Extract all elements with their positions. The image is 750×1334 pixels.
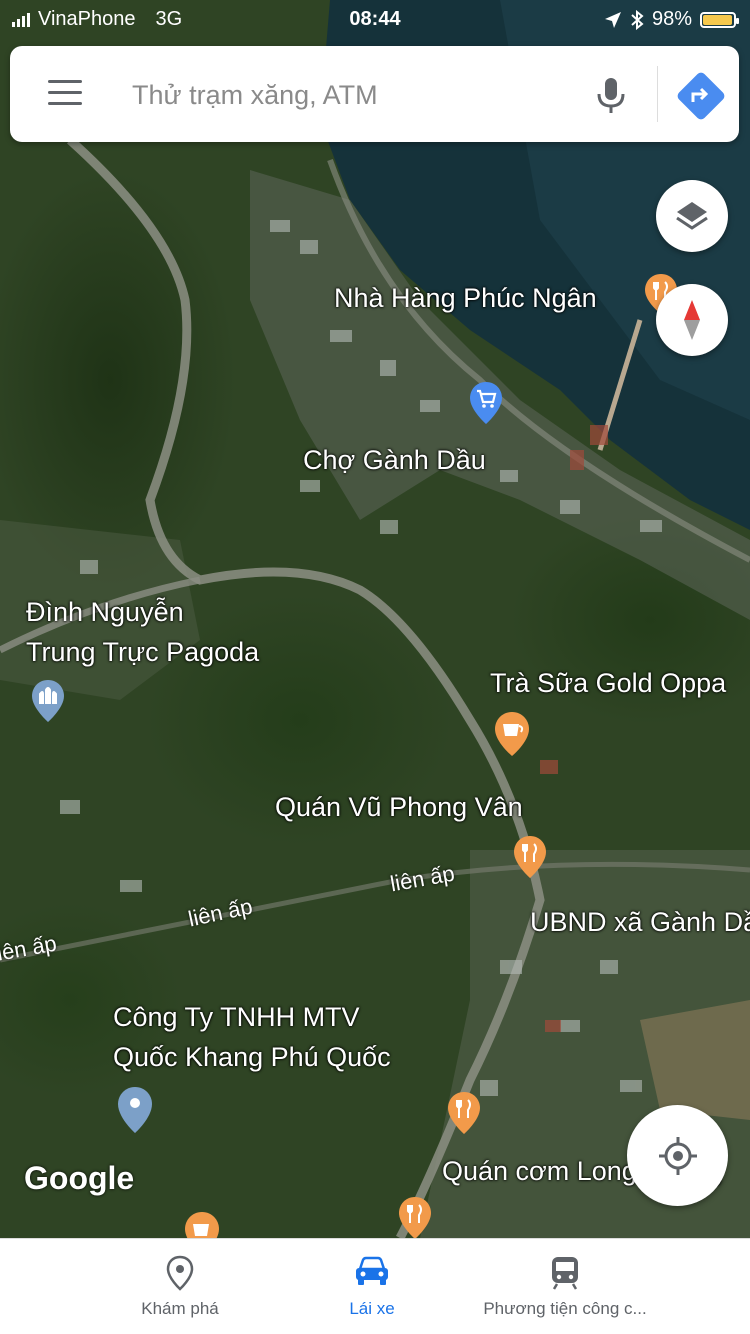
place-label[interactable]: UBND xã Gành Dầu [530, 907, 750, 938]
search-input[interactable] [130, 72, 574, 118]
tab-label: Khám phá [141, 1299, 219, 1318]
battery-percent: 98% [651, 8, 692, 30]
bottom-navigation: Khám phá Lái xe Phương tiện công c... [0, 1238, 750, 1334]
place-label[interactable]: Quán Vũ Phong Vân [275, 792, 523, 823]
place-label[interactable]: Chợ Gành Dầu [303, 445, 486, 476]
layers-icon [676, 202, 708, 230]
compass-button[interactable] [656, 284, 728, 356]
place-label[interactable]: Đình Nguyễn [26, 597, 184, 628]
battery-icon [700, 11, 739, 28]
temple-icon[interactable] [30, 678, 66, 724]
place-label[interactable]: Quốc Khang Phú Quốc [113, 1042, 391, 1073]
transit-icon [552, 1257, 578, 1290]
tab-transit[interactable]: Phương tiện công c... [460, 1239, 670, 1334]
compass-icon [684, 300, 700, 340]
location-pin-icon[interactable] [116, 1085, 154, 1135]
place-label[interactable]: Công Ty TNHH MTV [113, 1002, 360, 1033]
restaurant-icon[interactable] [397, 1195, 433, 1238]
bluetooth-icon [631, 9, 644, 30]
microphone-icon[interactable] [588, 72, 634, 118]
my-location-button[interactable] [627, 1105, 728, 1206]
map-view[interactable]: Nhà Hàng Phúc Ngân Chợ Gành Dầu Đình Ngu… [0, 0, 750, 1238]
cafe-icon[interactable] [183, 1210, 221, 1238]
tab-label: Phương tiện công c... [483, 1299, 647, 1318]
tab-driving[interactable]: Lái xe [292, 1239, 452, 1334]
directions-icon[interactable] [675, 70, 727, 122]
layers-button[interactable] [656, 180, 728, 252]
explore-pin-icon [166, 1255, 194, 1291]
place-label[interactable]: Nhà Hàng Phúc Ngân [334, 283, 597, 314]
shopping-cart-icon[interactable] [468, 380, 504, 426]
search-bar [10, 46, 739, 142]
google-logo: Google [24, 1160, 135, 1196]
car-icon [356, 1256, 388, 1285]
restaurant-icon[interactable] [512, 834, 548, 880]
location-arrow-icon [604, 11, 621, 28]
restaurant-icon[interactable] [446, 1090, 482, 1136]
divider [657, 66, 658, 122]
tab-explore[interactable]: Khám phá [100, 1239, 260, 1334]
cafe-icon[interactable] [493, 710, 531, 758]
status-bar: VinaPhone 3G 08:44 98% [0, 0, 750, 40]
tab-label: Lái xe [349, 1299, 395, 1318]
crosshair-icon [658, 1136, 697, 1175]
menu-icon[interactable] [48, 80, 82, 108]
place-label[interactable]: Trà Sữa Gold Oppa [490, 668, 726, 699]
place-label[interactable]: Trung Trực Pagoda [26, 637, 259, 668]
